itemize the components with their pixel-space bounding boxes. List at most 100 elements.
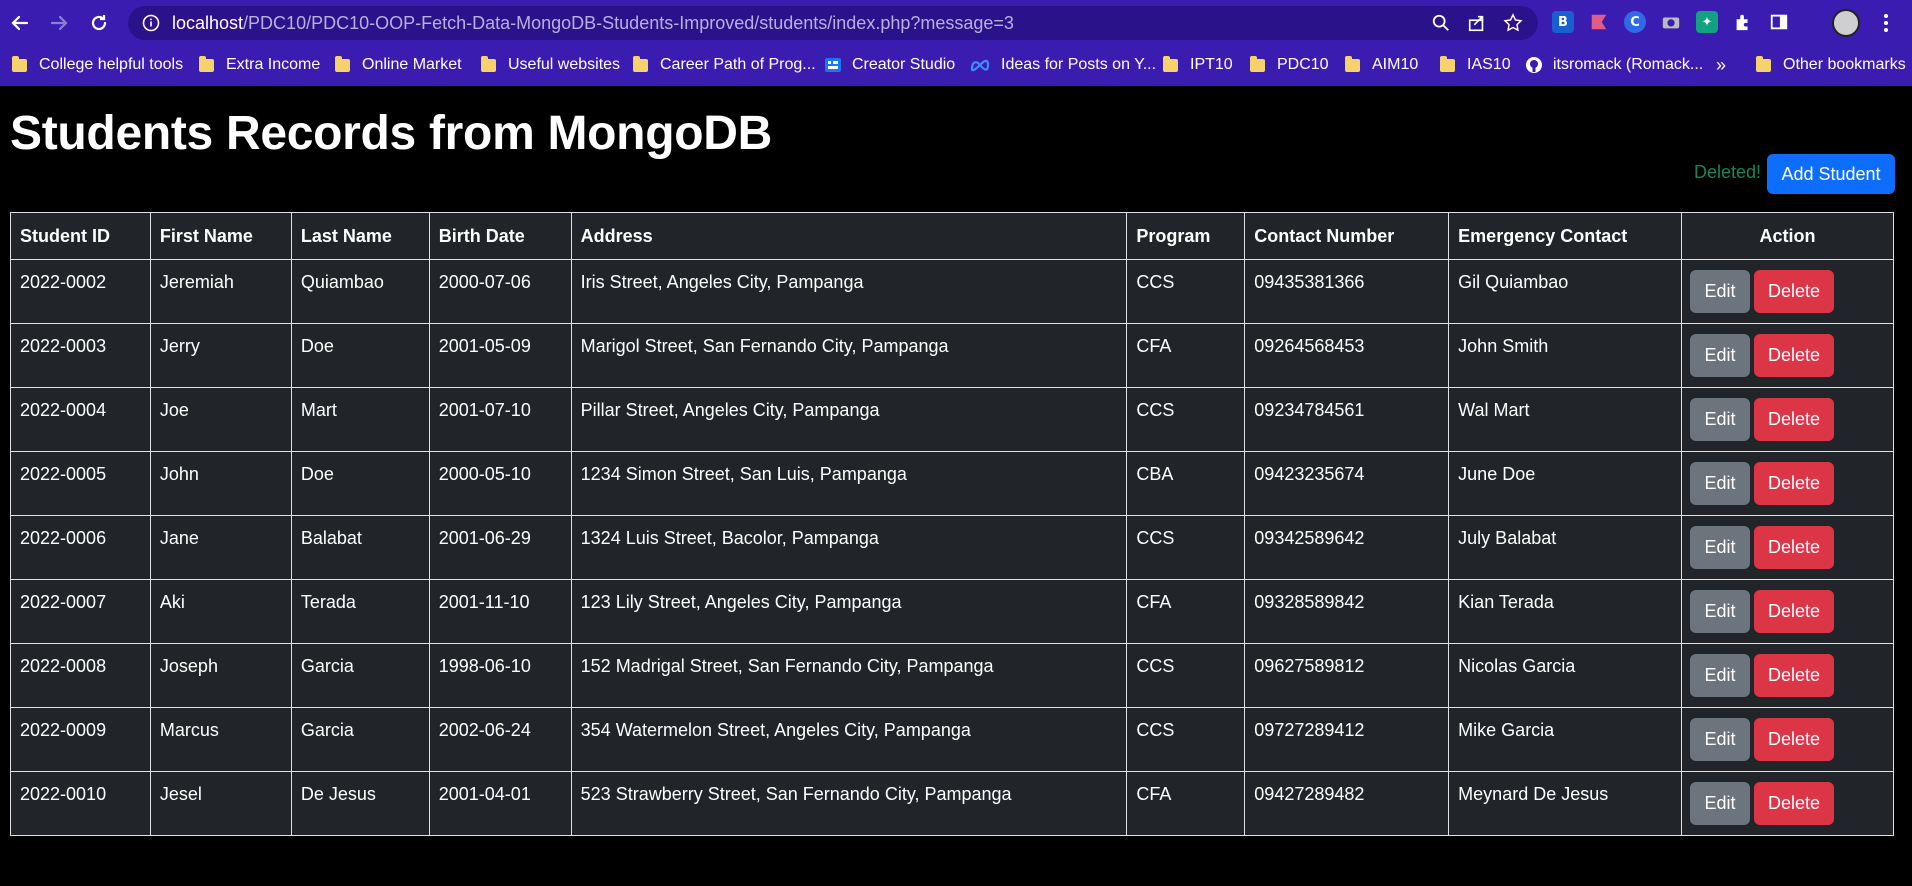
edit-button[interactable]: Edit — [1690, 462, 1751, 505]
delete-button[interactable]: Delete — [1754, 398, 1835, 441]
edit-button[interactable]: Edit — [1690, 590, 1751, 633]
bookmark-ipt10[interactable]: IPT10 — [1163, 52, 1233, 78]
extensions-puzzle-icon[interactable] — [1732, 11, 1754, 33]
cell-first-name: Jesel — [149, 771, 292, 836]
url-text: localhost/PDC10/PDC10-OOP-Fetch-Data-Mon… — [172, 12, 1014, 33]
folder-icon — [1756, 55, 1771, 72]
table-row: 2022-0005 John Doe 2000-05-10 1234 Simon Str… — [10, 451, 1894, 516]
flag-extension-icon[interactable] — [1588, 11, 1610, 33]
bookmark-career-path[interactable]: Career Path of Prog... — [633, 52, 816, 78]
cell-contact-number: 09435381366 — [1244, 259, 1450, 324]
header-program: Program — [1126, 212, 1246, 260]
edit-button[interactable]: Edit — [1690, 398, 1751, 441]
site-info-icon[interactable] — [142, 14, 160, 32]
delete-button[interactable]: Delete — [1754, 590, 1835, 633]
cell-program: CBA — [1126, 451, 1246, 516]
back-icon[interactable] — [5, 8, 35, 38]
delete-button[interactable]: Delete — [1754, 526, 1835, 569]
delete-button[interactable]: Delete — [1754, 718, 1835, 761]
cell-last-name: Doe — [290, 451, 430, 516]
blue-extension-icon[interactable]: C — [1624, 11, 1646, 33]
cell-last-name: Balabat — [290, 515, 430, 580]
bookmark-github-itsromack[interactable]: itsromack (Romack... — [1525, 52, 1703, 78]
header-last-name: Last Name — [290, 212, 430, 260]
bookmark-college-helpful-tools[interactable]: College helpful tools — [12, 52, 183, 78]
delete-button[interactable]: Delete — [1754, 654, 1835, 697]
cell-emergency-contact: Gil Quiambao — [1448, 259, 1683, 324]
cell-address: Marigol Street, San Fernando City, Pampa… — [570, 323, 1128, 388]
edit-button[interactable]: Edit — [1690, 654, 1751, 697]
edit-button[interactable]: Edit — [1690, 718, 1751, 761]
folder-icon — [1345, 55, 1360, 72]
bookmark-creator-studio[interactable]: Creator Studio — [824, 52, 955, 78]
side-panel-icon[interactable] — [1768, 11, 1790, 33]
bookmarks-overflow-icon[interactable]: » — [1716, 52, 1726, 78]
zoom-icon[interactable] — [1430, 12, 1452, 34]
chatgpt-icon[interactable]: ✦ — [1696, 11, 1718, 33]
bookmark-extra-income[interactable]: Extra Income — [199, 52, 320, 78]
cell-contact-number: 09342589642 — [1244, 515, 1450, 580]
folder-icon — [1440, 55, 1455, 72]
cell-program: CFA — [1126, 323, 1246, 388]
profile-avatar[interactable] — [1832, 9, 1860, 37]
edit-button[interactable]: Edit — [1690, 334, 1751, 377]
bookmark-star-icon[interactable] — [1502, 12, 1524, 34]
reload-icon[interactable] — [84, 8, 114, 38]
table-row: 2022-0002 Jeremiah Quiambao 2000-07-06 Iris … — [10, 259, 1894, 324]
bookmark-other-bookmarks[interactable]: Other bookmarks — [1756, 52, 1906, 78]
delete-button[interactable]: Delete — [1754, 782, 1835, 825]
cell-program: CCS — [1126, 387, 1246, 452]
cell-emergency-contact: Mike Garcia — [1448, 707, 1683, 772]
bookmark-ias10[interactable]: IAS10 — [1440, 52, 1511, 78]
cell-first-name: Jeremiah — [149, 259, 292, 324]
delete-button[interactable]: Delete — [1754, 334, 1835, 377]
page-title: Students Records from MongoDB — [10, 107, 772, 160]
cell-program: CCS — [1126, 707, 1246, 772]
address-bar[interactable]: localhost/PDC10/PDC10-OOP-Fetch-Data-Mon… — [128, 6, 1538, 40]
header-student-id: Student ID — [10, 212, 151, 260]
header-birth-date: Birth Date — [428, 212, 572, 260]
github-icon — [1525, 56, 1543, 74]
forward-icon[interactable] — [44, 8, 74, 38]
cell-student-id: 2022-0007 — [10, 579, 151, 644]
bookmark-ideas-for-posts[interactable]: Ideas for Posts on Y... — [969, 52, 1156, 78]
cell-address: Iris Street, Angeles City, Pampanga — [570, 259, 1128, 324]
bookmark-online-market[interactable]: Online Market — [335, 52, 462, 78]
cell-program: CFA — [1126, 771, 1246, 836]
header-first-name: First Name — [149, 212, 292, 260]
students-table: Student ID First Name Last Name Birth Da… — [10, 212, 1894, 836]
cell-address: 152 Madrigal Street, San Fernando City, … — [570, 643, 1128, 708]
cell-first-name: Aki — [149, 579, 292, 644]
table-row: 2022-0003 Jerry Doe 2001-05-09 Marigol Stree… — [10, 323, 1894, 388]
cell-contact-number: 09727289412 — [1244, 707, 1450, 772]
table-row: 2022-0008 Joseph Garcia 1998-06-10 152 Madri… — [10, 643, 1894, 708]
folder-icon — [1250, 55, 1265, 72]
bookmark-useful-websites[interactable]: Useful websites — [481, 52, 620, 78]
bookmark-pdc10[interactable]: PDC10 — [1250, 52, 1329, 78]
browser-menu-icon[interactable] — [1876, 11, 1896, 35]
edit-button[interactable]: Edit — [1690, 526, 1751, 569]
cell-emergency-contact: John Smith — [1448, 323, 1683, 388]
add-student-button[interactable]: Add Student — [1767, 154, 1895, 194]
delete-button[interactable]: Delete — [1754, 270, 1835, 313]
cell-student-id: 2022-0003 — [10, 323, 151, 388]
cell-emergency-contact: Nicolas Garcia — [1448, 643, 1683, 708]
cell-birth-date: 2000-07-06 — [428, 259, 572, 324]
header-address: Address — [570, 212, 1128, 260]
edit-button[interactable]: Edit — [1690, 782, 1751, 825]
delete-button[interactable]: Delete — [1754, 462, 1835, 505]
bitwarden-icon[interactable]: B — [1552, 11, 1574, 33]
edit-button[interactable]: Edit — [1690, 270, 1751, 313]
bookmark-aim10[interactable]: AIM10 — [1345, 52, 1418, 78]
cell-student-id: 2022-0010 — [10, 771, 151, 836]
cell-contact-number: 09264568453 — [1244, 323, 1450, 388]
folder-icon — [481, 55, 496, 72]
cell-contact-number: 09627589812 — [1244, 643, 1450, 708]
cell-last-name: Garcia — [290, 707, 430, 772]
cell-last-name: Doe — [290, 323, 430, 388]
cell-contact-number: 09427289482 — [1244, 771, 1450, 836]
cell-student-id: 2022-0006 — [10, 515, 151, 580]
camera-icon[interactable] — [1660, 11, 1682, 33]
share-icon[interactable] — [1466, 12, 1488, 34]
cell-last-name: Mart — [290, 387, 430, 452]
